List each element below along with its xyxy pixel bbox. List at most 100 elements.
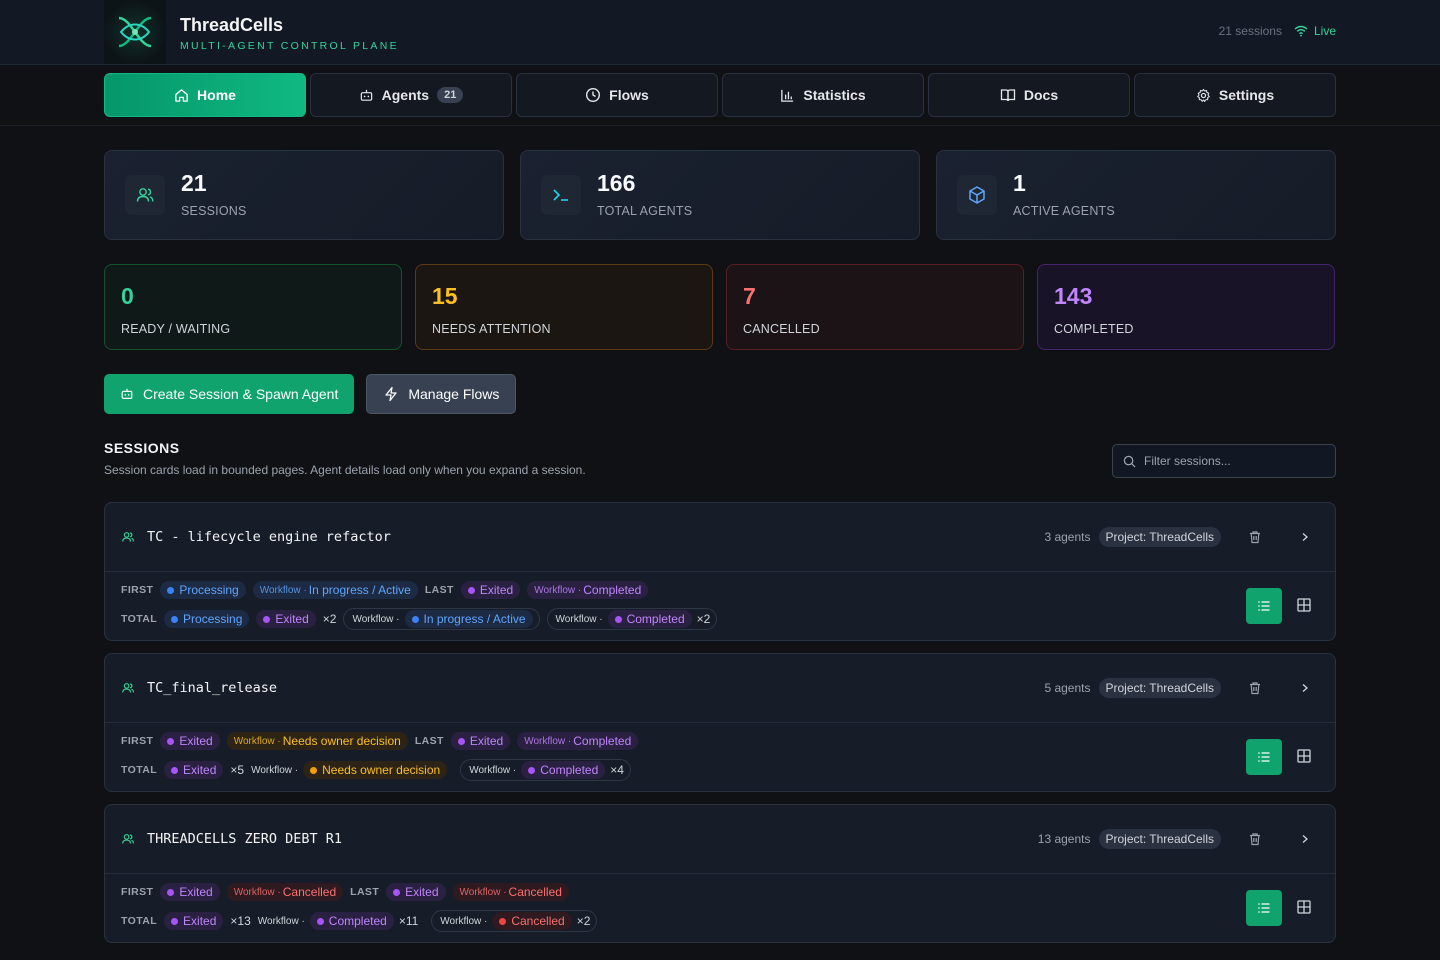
tab-home-label: Home	[197, 87, 236, 103]
workflow-group: Workflow · Needs owner decision	[251, 760, 453, 780]
main-nav: Home Agents 21 Flows Statistics Docs Set…	[104, 73, 1336, 117]
count-multiplier: ×2	[322, 612, 337, 626]
workflow-pill: Workflow · Completed	[527, 581, 649, 599]
status-pill: Exited	[450, 732, 511, 750]
session-name: TC_final_release	[147, 680, 278, 696]
tab-docs-label: Docs	[1023, 87, 1059, 103]
tab-docs[interactable]: Docs	[928, 73, 1130, 117]
status-text: Processing	[183, 612, 243, 626]
status-text: Exited	[183, 763, 217, 777]
app-logo[interactable]	[104, 0, 166, 64]
lightning-icon	[385, 386, 397, 402]
delete-session-button[interactable]	[1247, 529, 1263, 545]
delete-session-button[interactable]	[1247, 831, 1263, 847]
chevron-right-icon	[1302, 684, 1308, 692]
status-text: Exited	[479, 583, 514, 597]
ready-stat-card: 0 READY / WAITING	[104, 264, 402, 350]
count-multiplier: ×13	[230, 914, 251, 928]
wifi-icon	[1294, 25, 1308, 37]
first-status-row: FIRST Exited Workflow · Cancelled LAST Ex…	[121, 881, 604, 903]
status-pill: Exited	[160, 732, 220, 750]
count-multiplier: ×5	[230, 763, 245, 777]
workflow-label: Workflow ·	[233, 886, 281, 898]
tab-flows-label: Flows	[609, 87, 649, 103]
workflow-text: Cancelled	[508, 885, 562, 899]
list-view-button[interactable]	[1246, 739, 1282, 775]
nav-divider	[0, 125, 1440, 126]
status-pill: Exited	[164, 912, 224, 930]
expand-session-button[interactable]	[1297, 831, 1313, 847]
list-view-button[interactable]	[1246, 890, 1282, 926]
filter-sessions-field[interactable]	[1112, 444, 1336, 478]
stat-icon-box	[957, 175, 997, 215]
tab-agents[interactable]: Agents 21	[310, 73, 512, 117]
create-session-label: Create Session & Spawn Agent	[143, 386, 339, 402]
status-dot	[167, 888, 175, 896]
tab-flows[interactable]: Flows	[516, 73, 718, 117]
completed-stat-label: COMPLETED	[1054, 322, 1134, 336]
list-view-button[interactable]	[1246, 588, 1282, 624]
total-status-row: TOTAL Exited ×5 Workflow · Needs owner d…	[121, 759, 645, 781]
status-dot	[411, 615, 419, 623]
status-text: Exited	[179, 885, 213, 899]
status-pill: Completed	[309, 912, 394, 930]
first-label: FIRST	[121, 886, 154, 898]
tab-statistics[interactable]: Statistics	[722, 73, 924, 117]
status-pill: Completed	[521, 761, 606, 779]
users-icon	[122, 834, 135, 844]
grid-icon	[1297, 598, 1311, 612]
session-agent-count: 5 agents	[1044, 681, 1091, 695]
attention-stat-label: NEEDS ATTENTION	[432, 322, 551, 336]
grid-view-button[interactable]	[1297, 900, 1313, 916]
delete-session-button[interactable]	[1247, 680, 1263, 696]
session-name: THREADCELLS ZERO DEBT R1	[147, 831, 343, 847]
session-card[interactable]: THREADCELLS ZERO DEBT R1 13 agents Proje…	[104, 804, 1336, 943]
ready-stat-label: READY / WAITING	[121, 322, 231, 336]
list-icon	[1258, 752, 1270, 762]
filter-sessions-input[interactable]	[1144, 454, 1324, 468]
expand-session-button[interactable]	[1297, 529, 1313, 545]
sessions-stat-label: SESSIONS	[181, 204, 247, 218]
count-multiplier: ×2	[696, 612, 711, 626]
session-agent-count: 3 agents	[1044, 530, 1091, 544]
create-session-button[interactable]: Create Session & Spawn Agent	[104, 374, 355, 414]
last-label: LAST	[350, 886, 380, 898]
status-dot	[467, 586, 475, 594]
status-dot	[499, 917, 507, 925]
stat-icon-box	[125, 175, 165, 215]
workflow-pill: Workflow · Completed	[517, 732, 639, 750]
total-agents-stat-label: TOTAL AGENTS	[597, 204, 693, 218]
sessions-count-label: 21 sessions	[1218, 24, 1282, 38]
session-status-rows: FIRST Exited Workflow · Needs owner decis…	[121, 730, 645, 788]
session-card-header[interactable]: TC_final_release 5 agents Project: Threa…	[105, 654, 1335, 723]
project-badge: Project: ThreadCells	[1098, 527, 1221, 547]
status-dot	[171, 615, 179, 623]
total-label: TOTAL	[121, 613, 158, 625]
session-card-header[interactable]: THREADCELLS ZERO DEBT R1 13 agents Proje…	[105, 805, 1335, 874]
terminal-icon	[553, 189, 568, 201]
status-dot	[457, 737, 465, 745]
status-dot	[167, 586, 175, 594]
app-header: ThreadCells MULTI-AGENT CONTROL PLANE 21…	[0, 0, 1440, 65]
active-agents-stat-value: 1	[1013, 170, 1026, 196]
expand-session-button[interactable]	[1297, 680, 1313, 696]
session-card-header[interactable]: TC - lifecycle engine refactor 3 agents …	[105, 503, 1335, 572]
session-card[interactable]: TC - lifecycle engine refactor 3 agents …	[104, 502, 1336, 641]
active-agents-stat-card: 1 ACTIVE AGENTS	[936, 150, 1336, 240]
session-card[interactable]: TC_final_release 5 agents Project: Threa…	[104, 653, 1336, 792]
status-dot	[316, 917, 324, 925]
first-status-row: FIRST Exited Workflow · Needs owner decis…	[121, 730, 645, 752]
status-text: Exited	[405, 885, 439, 899]
workflow-group: Workflow · Completed ×11	[258, 911, 425, 931]
tab-home[interactable]: Home	[104, 73, 306, 117]
status-pill: Exited	[160, 883, 220, 901]
status-text: Cancelled	[511, 914, 565, 928]
workflow-label: Workflow ·	[233, 735, 281, 747]
trash-icon	[1250, 833, 1260, 846]
grid-view-button[interactable]	[1297, 749, 1313, 765]
status-dot	[167, 737, 175, 745]
workflow-pill: Workflow · Cancelled	[452, 883, 569, 901]
manage-flows-button[interactable]: Manage Flows	[366, 374, 517, 414]
tab-settings[interactable]: Settings	[1134, 73, 1336, 117]
grid-view-button[interactable]	[1297, 598, 1313, 614]
